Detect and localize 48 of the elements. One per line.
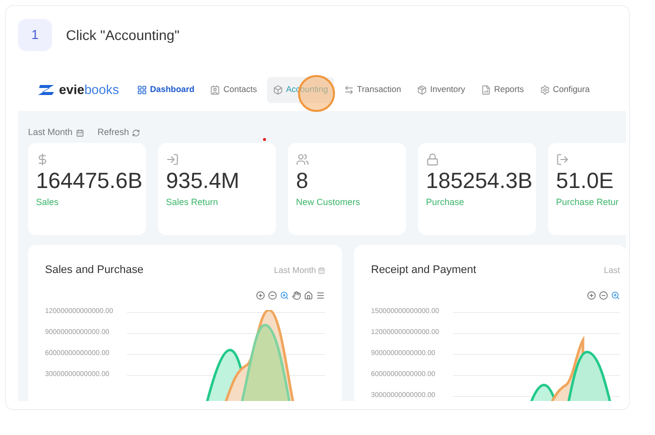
filter-button[interactable]: Last Month xyxy=(28,126,84,140)
stat-icon xyxy=(296,153,309,166)
stat-value: 8 xyxy=(296,167,308,195)
zoom-in-icon[interactable] xyxy=(587,290,596,300)
nav-tab[interactable]: Inventory xyxy=(411,76,472,102)
logo-icon xyxy=(38,84,56,96)
zoom-icon[interactable] xyxy=(280,290,289,300)
nav-tab[interactable]: Contacts xyxy=(204,76,263,102)
nav-icon xyxy=(210,84,220,94)
calendar-icon xyxy=(76,128,84,136)
stat-icon xyxy=(426,153,439,166)
nav-icon xyxy=(481,84,492,94)
stat-value: 185254.3B xyxy=(426,167,532,195)
stat-label: Purchase xyxy=(426,196,464,209)
nav-icon xyxy=(137,84,148,94)
nav-tab[interactable]: Transaction xyxy=(338,76,408,102)
stat-icon xyxy=(36,153,49,166)
stat-label: Purchase Retur xyxy=(556,196,619,209)
zoom-icon[interactable] xyxy=(611,290,620,300)
zoom-in-icon[interactable] xyxy=(256,290,265,300)
calendar-icon xyxy=(318,266,325,274)
nav-tab[interactable]: Configura xyxy=(534,76,596,102)
nav-icon xyxy=(344,84,354,94)
chart-title: Receipt and Payment xyxy=(371,263,476,278)
logo-text: eviebooks xyxy=(59,80,120,99)
zoom-out-icon[interactable] xyxy=(268,290,277,300)
hand-icon[interactable] xyxy=(292,290,301,300)
nav-tab[interactable]: Dashboard xyxy=(131,76,200,102)
refresh-icon xyxy=(132,128,140,136)
stat-value: 51.0E xyxy=(556,167,614,195)
filter-button[interactable]: Refresh xyxy=(98,126,140,140)
step-instruction: Click "Accounting" xyxy=(66,26,180,45)
home-icon[interactable] xyxy=(304,290,313,300)
stat-icon xyxy=(166,153,179,166)
zoom-out-icon[interactable] xyxy=(599,290,608,300)
nav-icon xyxy=(272,84,283,94)
menu-icon[interactable] xyxy=(316,290,325,300)
stat-label: New Customers xyxy=(296,196,360,209)
nav-tab[interactable]: Reports xyxy=(475,76,530,102)
nav-icon xyxy=(417,84,428,94)
stat-value: 935.4M xyxy=(166,167,240,195)
stat-value: 164475.6B xyxy=(36,167,142,195)
stat-label: Sales Return xyxy=(166,196,218,209)
nav-icon xyxy=(540,84,550,94)
step-number: 1 xyxy=(18,19,52,51)
stat-icon xyxy=(556,153,569,166)
chart-title: Sales and Purchase xyxy=(45,263,144,278)
stat-label: Sales xyxy=(36,196,59,209)
